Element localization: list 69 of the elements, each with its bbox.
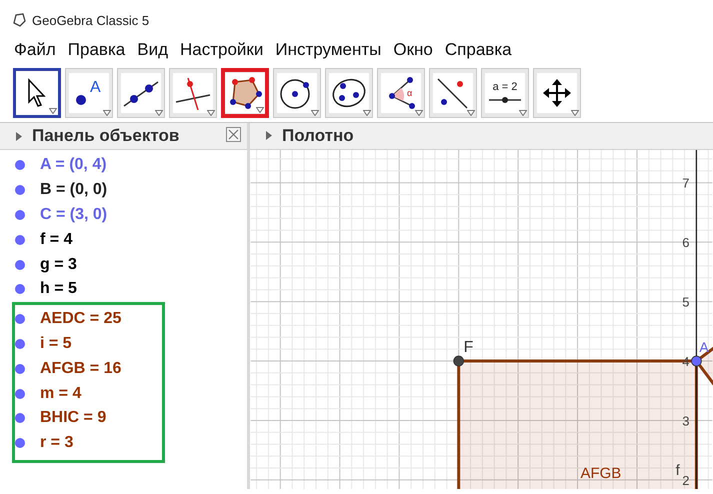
point-label: F (464, 338, 474, 356)
visibility-dot[interactable] (15, 160, 25, 170)
dropdown-triangle-icon (363, 110, 371, 116)
dropdown-triangle-icon (103, 110, 111, 116)
collapse-triangle-icon[interactable] (266, 131, 272, 140)
dropdown-triangle-icon (207, 110, 215, 116)
menu-item[interactable]: Окно (393, 40, 439, 60)
cursor-icon (26, 78, 48, 108)
visibility-dot[interactable] (15, 364, 25, 374)
object-entry[interactable]: A = (0, 4) (40, 156, 107, 174)
object-entry[interactable]: i = 5 (40, 334, 72, 353)
visibility-dot[interactable] (15, 185, 25, 196)
ellipse-icon (330, 76, 368, 110)
object-entry[interactable]: m = 4 (40, 384, 82, 403)
menu-item[interactable]: Инструменты (275, 40, 388, 60)
panel-title: Полотно (282, 126, 354, 146)
dropdown-triangle-icon (519, 110, 527, 116)
menu-item[interactable]: Правка (68, 40, 132, 60)
axis-label: 5 (682, 294, 690, 310)
visibility-dot[interactable] (15, 388, 25, 399)
collapse-triangle-icon[interactable] (16, 132, 22, 140)
window-title: GeoGebra Classic 5 (32, 12, 150, 28)
tool-button[interactable] (221, 68, 269, 118)
object-entry[interactable]: B = (0, 0) (40, 181, 108, 200)
visibility-dot[interactable] (15, 234, 25, 245)
app-logo-icon (12, 13, 26, 27)
object-entry[interactable]: g = 3 (40, 256, 77, 274)
visibility-dot[interactable] (15, 314, 25, 324)
dropdown-triangle-icon (415, 110, 423, 116)
segment-label: f (676, 462, 680, 480)
object-entry[interactable]: f = 4 (40, 230, 72, 249)
point-label: A (699, 338, 709, 355)
panel-title: Панель объектов (32, 126, 180, 146)
dropdown-triangle-icon (571, 110, 579, 116)
visibility-dot[interactable] (15, 438, 25, 448)
object-entry[interactable]: AEDC = 25 (40, 310, 122, 328)
object-entry[interactable]: BHIC = 9 (40, 409, 106, 428)
visibility-dot[interactable] (15, 413, 25, 424)
menu-item[interactable]: Справка (444, 40, 518, 60)
object-entry[interactable]: C = (3, 0) (40, 206, 108, 224)
tool-button[interactable]: a = 2 (481, 68, 529, 118)
visibility-dot[interactable] (15, 210, 25, 220)
perpendicular-lines-icon (174, 76, 212, 110)
polygon-label: AFGB (580, 465, 622, 482)
visibility-dot[interactable] (15, 260, 25, 270)
menu-item[interactable]: Настройки (180, 40, 270, 60)
object-entry[interactable]: h = 5 (40, 280, 77, 298)
visibility-dot[interactable] (15, 284, 25, 294)
menu-item[interactable]: Вид (137, 40, 174, 60)
close-icon[interactable] (226, 127, 241, 142)
visibility-dot[interactable] (15, 338, 25, 349)
axis-label: 7 (682, 176, 690, 191)
dropdown-triangle-icon (256, 107, 264, 113)
tool-button[interactable] (13, 68, 61, 118)
point[interactable] (453, 356, 464, 366)
dropdown-triangle-icon (467, 110, 475, 116)
axis-label: 3 (682, 413, 690, 428)
move-arrows-icon (542, 78, 572, 108)
axis-label: 2 (682, 472, 690, 488)
object-entry[interactable]: r = 3 (40, 434, 74, 452)
dropdown-triangle-icon (311, 110, 319, 116)
tool-button[interactable]: α (377, 68, 425, 118)
axis-label: 6 (682, 235, 690, 250)
point[interactable] (691, 356, 702, 366)
tool-button[interactable]: A (65, 68, 113, 118)
menu-item[interactable]: Файл (14, 40, 62, 60)
dropdown-triangle-icon (155, 110, 163, 116)
object-entry[interactable]: AFGB = 16 (40, 360, 122, 378)
dropdown-triangle-icon (49, 108, 57, 114)
